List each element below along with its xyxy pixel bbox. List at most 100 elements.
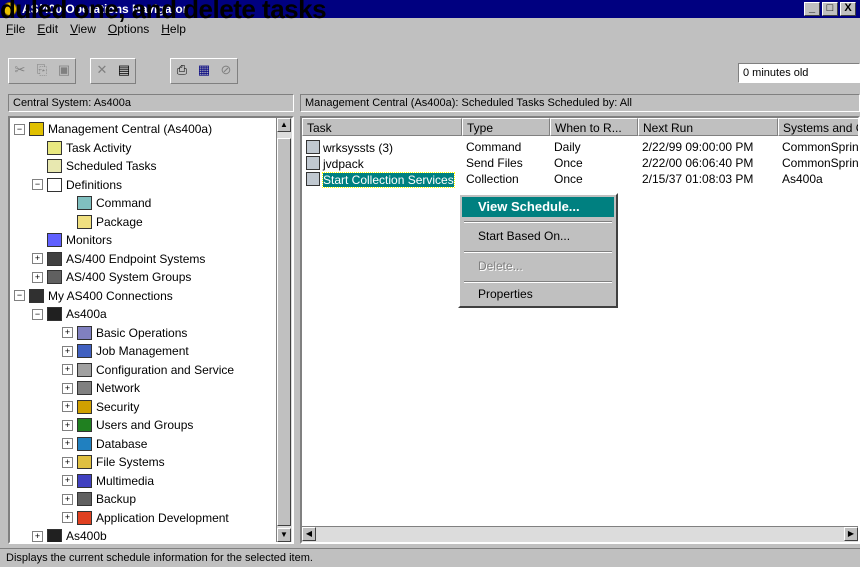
cut-icon[interactable]: ✂: [9, 59, 31, 81]
tree-item[interactable]: − Management Central (As400a): [14, 120, 212, 138]
tree-item[interactable]: + Application Development: [62, 509, 229, 527]
tree-item[interactable]: + Network: [62, 379, 140, 397]
expand-icon[interactable]: +: [32, 253, 43, 264]
tree-item-label: As400a: [66, 307, 107, 321]
expand-icon[interactable]: +: [62, 456, 73, 468]
tree-item-label: Users and Groups: [96, 418, 194, 432]
task-name-cell[interactable]: jvdpack: [306, 156, 460, 172]
tree-item[interactable]: + Multimedia: [62, 472, 154, 490]
view-schedule-menu-item[interactable]: View Schedule...: [462, 197, 614, 217]
tree-item-label: Database: [96, 436, 148, 451]
network-icon: [77, 381, 92, 395]
tree-item[interactable]: Task Activity: [32, 139, 131, 157]
print-icon[interactable]: ⎙: [171, 59, 193, 81]
tree-item[interactable]: + Users and Groups: [62, 416, 193, 434]
stop-icon[interactable]: ⊘: [215, 59, 237, 81]
collapse-icon[interactable]: −: [14, 290, 25, 301]
tree-item-label: Security: [96, 399, 140, 414]
expand-icon[interactable]: +: [62, 419, 73, 431]
tree-item-label: Monitors: [66, 233, 113, 247]
task-name-cell[interactable]: wrksyssts (3): [306, 140, 460, 156]
expand-icon[interactable]: +: [62, 327, 73, 338]
scroll-down-button[interactable]: ▼: [277, 528, 291, 542]
tree-item[interactable]: + Configuration and Service: [62, 361, 234, 379]
task-when-cell: Once: [554, 172, 583, 186]
tree-item[interactable]: + Basic Operations: [62, 324, 187, 342]
navigation-tree[interactable]: ▲ ▼ − Management Central (As400a) Task Act…: [8, 116, 294, 544]
tree-item-label: Basic Operations: [96, 325, 188, 340]
database-icon: [77, 436, 92, 451]
task-name: wrksyssts (3): [323, 141, 393, 155]
tree-item[interactable]: + Backup: [62, 490, 136, 508]
column-header[interactable]: When to R...: [550, 118, 638, 136]
start-based-on-menu-item[interactable]: Start Based On...: [462, 227, 614, 247]
delete-menu-item: Delete...: [478, 259, 523, 273]
scroll-thumb[interactable]: [277, 138, 291, 526]
tree-item[interactable]: + Job Management: [62, 342, 189, 360]
task-name-cell[interactable]: Start Collection Services: [306, 172, 460, 188]
server-icon: [47, 307, 62, 321]
expand-icon[interactable]: +: [62, 512, 73, 523]
status-bar: Displays the current schedule informatio…: [0, 548, 860, 567]
paste-icon[interactable]: ▣: [53, 59, 75, 81]
column-header[interactable]: Systems and G: [778, 118, 858, 136]
tree-item[interactable]: Package: [62, 213, 143, 231]
tree-item-label: AS/400 System Groups: [66, 270, 192, 284]
scroll-left-button[interactable]: ◀: [302, 527, 316, 541]
collapse-icon[interactable]: −: [32, 308, 43, 320]
tree-item[interactable]: − My AS400 Connections: [14, 287, 173, 305]
expand-icon[interactable]: +: [62, 345, 73, 357]
tree-item[interactable]: + AS/400 System Groups: [32, 268, 191, 286]
expand-icon[interactable]: +: [62, 401, 73, 412]
tree-item[interactable]: + As400b: [32, 527, 107, 542]
minimize-button[interactable]: _: [804, 2, 820, 16]
expand-icon[interactable]: +: [62, 475, 73, 486]
tree-item[interactable]: Monitors: [32, 231, 112, 249]
edit-toolbar-group: ✂ ⎘ ▣: [8, 58, 76, 84]
scroll-right-button[interactable]: ▶: [844, 527, 858, 541]
users-groups-icon: [77, 418, 92, 432]
menu-separator: [464, 221, 612, 223]
close-button[interactable]: X: [840, 2, 856, 16]
column-header[interactable]: Type: [462, 118, 550, 136]
tree-item-label: File Systems: [96, 455, 165, 469]
expand-icon[interactable]: +: [32, 530, 43, 542]
expand-icon[interactable]: +: [32, 271, 43, 283]
expand-icon[interactable]: +: [62, 493, 73, 505]
expand-icon[interactable]: +: [62, 438, 73, 449]
tree-item[interactable]: Scheduled Tasks: [32, 157, 157, 175]
tree-item[interactable]: + Database: [62, 435, 147, 453]
tree-item[interactable]: + Security: [62, 398, 139, 416]
properties-menu-item[interactable]: Properties: [462, 285, 614, 305]
maximize-button[interactable]: □: [822, 2, 838, 16]
task-name: jvdpack: [323, 157, 364, 171]
tree-item[interactable]: Command: [62, 194, 151, 212]
list-horizontal-scrollbar[interactable]: ◀ ▶: [302, 526, 858, 542]
view-icon[interactable]: ▦: [193, 59, 215, 81]
task-when-cell: Once: [554, 156, 583, 170]
delete-icon[interactable]: ✕: [91, 59, 113, 81]
expand-icon[interactable]: +: [62, 364, 73, 375]
tree-item[interactable]: + AS/400 Endpoint Systems: [32, 250, 205, 268]
task-systems-cell: CommonSpring: [782, 156, 860, 170]
task-name: Start Collection Services: [322, 172, 455, 188]
scheduled-tasks-list[interactable]: ◀ ▶ Task Type When to R... Next Run Systems …: [300, 116, 860, 544]
column-header[interactable]: Next Run: [638, 118, 778, 136]
tree-item[interactable]: − As400a: [32, 305, 107, 323]
app-development-icon: [77, 510, 92, 525]
collapse-icon[interactable]: −: [14, 123, 25, 135]
copy-icon[interactable]: ⎘: [31, 59, 53, 81]
properties-icon[interactable]: ▤: [113, 59, 135, 81]
collapse-icon[interactable]: −: [32, 179, 43, 190]
tree-item[interactable]: + File Systems: [62, 453, 165, 471]
mgmt-central-icon: [29, 122, 44, 136]
item-toolbar-group: ✕ ▤: [90, 58, 136, 84]
expand-icon[interactable]: +: [62, 382, 73, 394]
tree-item[interactable]: − Definitions: [32, 176, 122, 194]
tree-vertical-scrollbar[interactable]: ▲ ▼: [276, 118, 292, 542]
tree-item-label: Backup: [96, 492, 137, 506]
tree-item-label: AS/400 Endpoint Systems: [66, 251, 206, 266]
column-header[interactable]: Task: [302, 118, 462, 136]
scroll-up-button[interactable]: ▲: [277, 118, 291, 132]
tree-item-label: Job Management: [96, 344, 189, 358]
